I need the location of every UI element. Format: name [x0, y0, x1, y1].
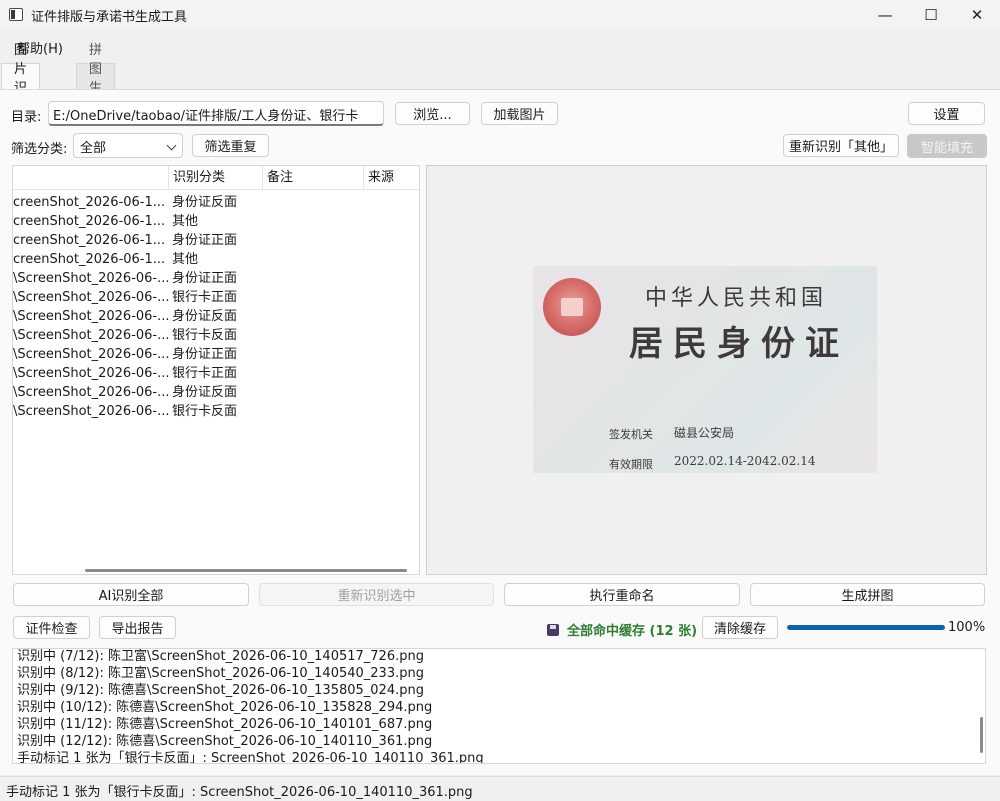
file-name-cell: \ScreenShot_2026-06-... — [13, 328, 169, 343]
main-panel: 目录: E:/OneDrive/taobao/证件排版/工人身份证、银行卡 浏览… — [0, 89, 1000, 775]
category-cell: 身份证正面 — [172, 233, 238, 248]
table-row[interactable]: \ScreenShot_2026-06-... 银行卡正面 — [13, 364, 419, 383]
settings-button[interactable]: 设置 — [908, 102, 985, 125]
id-check-button[interactable]: 证件检查 — [13, 616, 90, 639]
vertical-scrollbar[interactable] — [980, 717, 983, 753]
issuer-label: 签发机关 — [609, 428, 653, 441]
directory-input[interactable]: E:/OneDrive/taobao/证件排版/工人身份证、银行卡 — [48, 101, 384, 126]
image-preview: 中华人民共和国 居民身份证 签发机关 磁县公安局 有效期限 2022.02.14… — [426, 165, 987, 575]
card-country-text: 中华人民共和国 — [645, 286, 828, 311]
title-bar: 证件排版与承诺书生成工具 — ☐ ✕ — [0, 0, 1000, 30]
category-cell: 银行卡正面 — [172, 366, 238, 381]
window-title: 证件排版与承诺书生成工具 — [31, 10, 188, 25]
cache-status: 全部命中缓存 (12 张) — [547, 620, 697, 639]
progress-bar — [787, 625, 945, 630]
smart-fill-button[interactable]: 智能填充 — [907, 134, 987, 158]
table-row[interactable]: \ScreenShot_2026-06-... 银行卡反面 — [13, 326, 419, 345]
column-header-remark[interactable]: 备注 — [263, 166, 364, 190]
status-bar: 手动标记 1 张为「银行卡反面」: ScreenShot_2026-06-10_… — [0, 776, 1000, 801]
file-name-cell: creenShot_2026-06-1... — [13, 214, 166, 229]
file-name-cell: creenShot_2026-06-1... — [13, 233, 166, 248]
generate-collage-button[interactable]: 生成拼图 — [750, 583, 985, 606]
ai-recognize-all-button[interactable]: AI识别全部 — [13, 583, 249, 606]
close-button[interactable]: ✕ — [954, 0, 1000, 30]
app-icon — [9, 8, 23, 21]
category-cell: 身份证反面 — [172, 385, 238, 400]
table-row[interactable]: creenShot_2026-06-1... 身份证正面 — [13, 231, 419, 250]
category-filter-select[interactable]: 全部 — [73, 133, 183, 158]
table-row[interactable]: creenShot_2026-06-1... 其他 — [13, 250, 419, 269]
table-row[interactable]: \ScreenShot_2026-06-... 身份证反面 — [13, 383, 419, 402]
file-name-cell: \ScreenShot_2026-06-... — [13, 271, 169, 286]
column-header-source[interactable]: 来源 — [364, 166, 419, 190]
rerecognize-selected-button[interactable]: 重新识别选中 — [259, 583, 494, 606]
file-name-cell: \ScreenShot_2026-06-... — [13, 385, 169, 400]
category-cell: 银行卡反面 — [172, 404, 238, 419]
file-name-cell: \ScreenShot_2026-06-... — [13, 290, 169, 305]
progress-percent: 100% — [948, 620, 986, 635]
file-name-cell: creenShot_2026-06-1... — [13, 252, 166, 267]
card-title-text: 居民身份证 — [629, 324, 849, 364]
validity-label: 有效期限 — [609, 458, 653, 471]
category-cell: 身份证反面 — [172, 309, 238, 324]
export-report-button[interactable]: 导出报告 — [99, 616, 176, 639]
column-header-category[interactable]: 识别分类 — [169, 166, 263, 190]
category-cell: 其他 — [172, 214, 199, 229]
maximize-button[interactable]: ☐ — [908, 0, 954, 30]
column-header-file[interactable] — [13, 166, 169, 190]
minimize-button[interactable]: — — [862, 0, 908, 30]
chevron-down-icon — [166, 140, 177, 151]
national-emblem-icon — [543, 278, 601, 336]
category-cell: 其他 — [172, 252, 199, 267]
file-name-cell: \ScreenShot_2026-06-... — [13, 404, 169, 419]
tab-image-recognition[interactable]: 图片识别 — [1, 43, 41, 115]
category-cell: 身份证正面 — [172, 347, 238, 362]
execute-rename-button[interactable]: 执行重命名 — [504, 583, 740, 606]
file-name-cell: \ScreenShot_2026-06-... — [13, 366, 169, 381]
category-cell: 身份证反面 — [172, 195, 238, 210]
filter-label: 筛选分类: — [11, 142, 68, 157]
menu-bar: 帮助(H) — [0, 33, 1000, 57]
file-name-cell: creenShot_2026-06-1... — [13, 195, 166, 210]
status-text: 手动标记 1 张为「银行卡反面」: ScreenShot_2026-06-10_… — [6, 785, 473, 800]
table-row[interactable]: creenShot_2026-06-1... 其他 — [13, 212, 419, 231]
file-name-cell: \ScreenShot_2026-06-... — [13, 347, 169, 362]
file-name-cell: \ScreenShot_2026-06-... — [13, 309, 169, 324]
log-line: 手动标记 1 张为「银行卡反面」: ScreenShot_2026-06-10_… — [17, 751, 484, 764]
issuer-value: 磁县公安局 — [674, 426, 735, 440]
table-row[interactable]: \ScreenShot_2026-06-... 银行卡反面 — [13, 402, 419, 421]
validity-value: 2022.02.14-2042.02.14 — [674, 454, 816, 468]
table-row[interactable]: \ScreenShot_2026-06-... 身份证正面 — [13, 269, 419, 288]
log-panel[interactable]: 识别中 (7/12): 陈卫富\ScreenShot_2026-06-10_14… — [12, 648, 986, 764]
table-header: 识别分类 备注 来源 — [13, 166, 419, 190]
browse-button[interactable]: 浏览... — [395, 102, 470, 125]
load-images-button[interactable]: 加载图片 — [481, 102, 558, 125]
table-row[interactable]: \ScreenShot_2026-06-... 身份证正面 — [13, 345, 419, 364]
category-cell: 银行卡正面 — [172, 290, 238, 305]
file-table: 识别分类 备注 来源 creenShot_2026-06-1... 身份证反面 cr… — [12, 165, 420, 575]
cache-status-text: 全部命中缓存 (12 张) — [567, 624, 698, 639]
category-cell: 身份证正面 — [172, 271, 238, 286]
table-row[interactable]: \ScreenShot_2026-06-... 银行卡正面 — [13, 288, 419, 307]
clear-cache-button[interactable]: 清除缓存 — [702, 616, 778, 639]
rerecognize-other-button[interactable]: 重新识别「其他」 — [783, 134, 899, 157]
category-filter-value: 全部 — [80, 141, 107, 156]
save-disk-icon — [547, 623, 559, 636]
table-row[interactable]: \ScreenShot_2026-06-... 身份证反面 — [13, 307, 419, 326]
filter-duplicates-button[interactable]: 筛选重复 — [192, 134, 269, 157]
progress-bar-fill — [787, 625, 945, 630]
category-cell: 银行卡反面 — [172, 328, 238, 343]
directory-label: 目录: — [11, 110, 42, 125]
horizontal-scrollbar[interactable] — [85, 569, 407, 572]
table-row[interactable]: creenShot_2026-06-1... 身份证反面 — [13, 193, 419, 212]
id-card-image: 中华人民共和国 居民身份证 签发机关 磁县公安局 有效期限 2022.02.14… — [533, 266, 877, 473]
tab-collage-generation[interactable]: 拼图生成 — [76, 43, 116, 115]
